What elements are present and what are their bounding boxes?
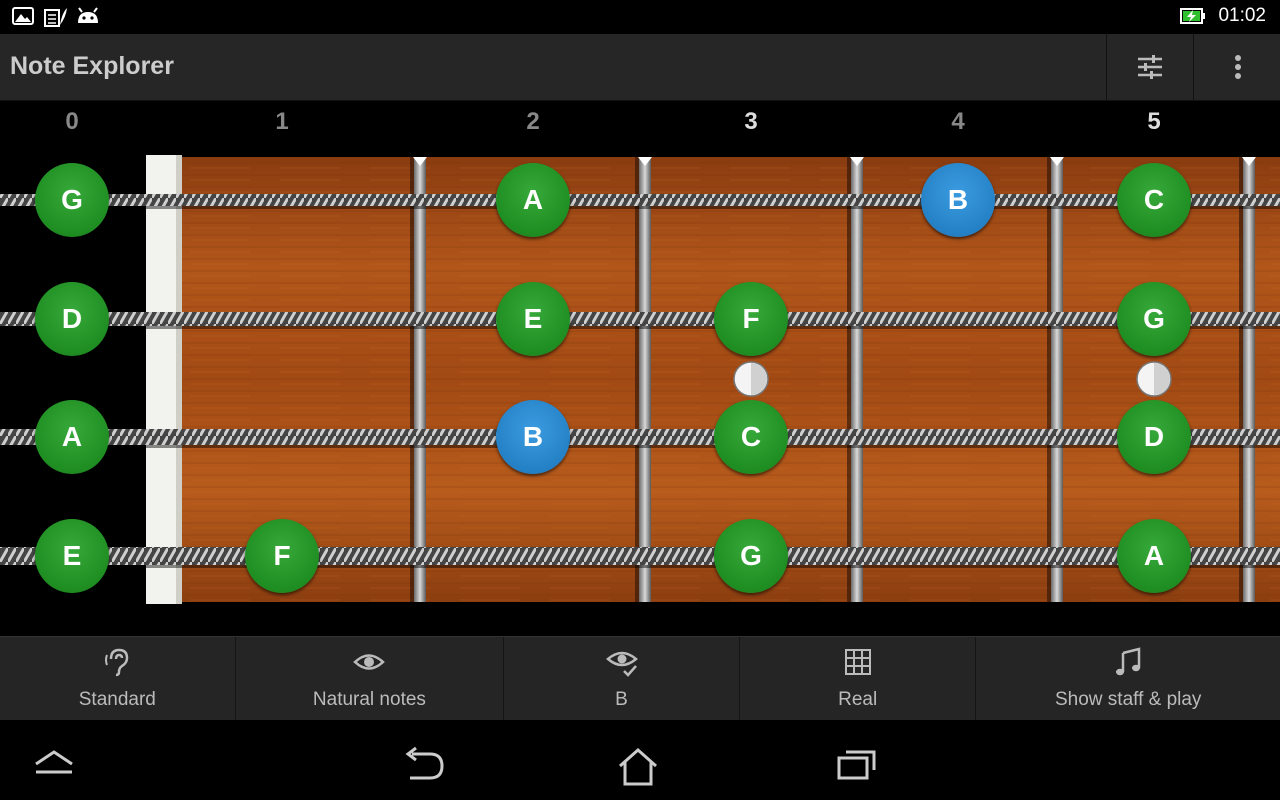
fret-shadow-3 [847, 157, 851, 602]
note-marker-D-string-D-fret-0[interactable]: D [35, 282, 109, 356]
back-button[interactable] [400, 746, 446, 791]
note-marker-F-string-E-fret-1[interactable]: F [245, 519, 319, 593]
tuning-button[interactable]: Standard [0, 637, 236, 721]
fret-shadow-5 [1239, 157, 1243, 602]
highlight-note-button[interactable]: B [504, 637, 740, 721]
image-icon [12, 7, 34, 25]
note-marker-G-string-D-fret-5[interactable]: G [1117, 282, 1191, 356]
recent-apps-icon [837, 750, 876, 780]
notes-filter-label: Natural notes [312, 689, 426, 710]
fret-wire-1 [414, 157, 426, 602]
note-marker-E-string-D-fret-2[interactable]: E [496, 282, 570, 356]
eye-check-icon [605, 651, 638, 677]
notes-filter-button[interactable]: Natural notes [236, 637, 505, 721]
string-G [0, 194, 1280, 206]
note-marker-C-string-G-fret-5[interactable]: C [1117, 163, 1191, 237]
recent-apps-button[interactable] [836, 746, 878, 787]
overflow-menu-button[interactable] [1193, 34, 1280, 100]
status-bar: 01:02 [0, 0, 1280, 34]
overflow-menu-icon [1234, 55, 1241, 79]
fret-wire-3 [851, 157, 863, 602]
action-bar: Note Explorer [0, 34, 1280, 101]
note-marker-F-string-D-fret-3[interactable]: F [714, 282, 788, 356]
view-mode-label: Real [838, 689, 878, 710]
note-marker-A-string-A-fret-0[interactable]: A [35, 400, 109, 474]
home-icon [619, 747, 657, 786]
fret-shadow-2 [635, 157, 639, 602]
home-button[interactable] [616, 746, 660, 793]
note-marker-C-string-A-fret-3[interactable]: C [714, 400, 788, 474]
grid-icon [844, 649, 871, 675]
note-marker-B-string-G-fret-4[interactable]: B [921, 163, 995, 237]
battery-charging-icon [1180, 8, 1205, 24]
note-marker-E-string-E-fret-0[interactable]: E [35, 519, 109, 593]
fret-wire-2 [639, 157, 651, 602]
app-title: Note Explorer [10, 52, 174, 80]
navigation-bar [0, 720, 1280, 800]
ear-icon [105, 648, 129, 677]
string-A [0, 429, 1280, 445]
eye-icon [353, 654, 386, 670]
view-mode-button[interactable]: Real [740, 637, 977, 721]
back-icon [405, 746, 444, 780]
nut-edge [176, 155, 182, 604]
menu-up-button[interactable] [32, 746, 76, 781]
note-marker-B-string-A-fret-2[interactable]: B [496, 400, 570, 474]
note-marker-D-string-A-fret-5[interactable]: D [1117, 400, 1191, 474]
show-staff-label: Show staff & play [1054, 689, 1202, 710]
music-note-icon [1116, 647, 1141, 676]
fret-wire-5 [1243, 157, 1255, 602]
note-marker-A-string-E-fret-5[interactable]: A [1117, 519, 1191, 593]
android-icon [78, 7, 98, 23]
fretboard[interactable] [0, 100, 1280, 635]
clock: 01:02 [1218, 5, 1266, 26]
menu-up-icon [35, 750, 73, 774]
show-staff-button[interactable]: Show staff & play [976, 637, 1280, 721]
fret-wire-4 [1051, 157, 1063, 602]
highlight-note-label: B [615, 689, 628, 710]
string-E [0, 547, 1280, 565]
note-marker-G-string-G-fret-0[interactable]: G [35, 163, 109, 237]
settings-sliders-icon [1138, 55, 1162, 79]
tuning-label: Standard [78, 689, 156, 710]
bottom-toolbar: Standard Natural notes B Real Show staff… [0, 636, 1280, 721]
fretboard-grain [148, 157, 1280, 602]
string-D [0, 312, 1280, 326]
sim-card-icon [44, 8, 67, 27]
note-marker-A-string-G-fret-2[interactable]: A [496, 163, 570, 237]
settings-button[interactable] [1106, 34, 1193, 100]
note-marker-G-string-E-fret-3[interactable]: G [714, 519, 788, 593]
fret-shadow-1 [410, 157, 414, 602]
fret-shadow-4 [1047, 157, 1051, 602]
